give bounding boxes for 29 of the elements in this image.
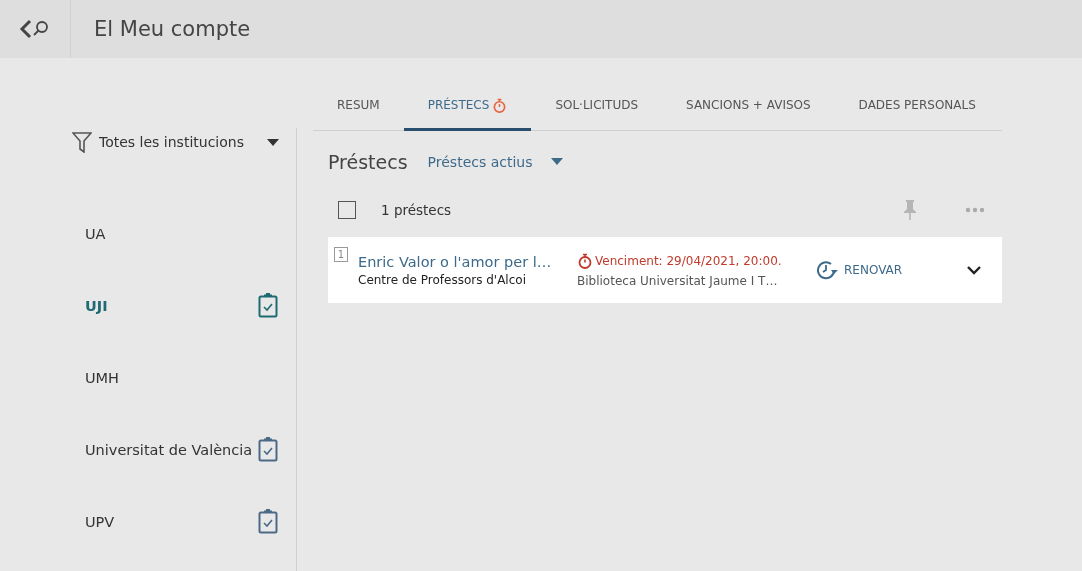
institution-filter[interactable]: Totes les institucions [72, 128, 279, 156]
institution-item[interactable]: UPV [0, 486, 296, 558]
back-search-icon[interactable] [19, 18, 51, 40]
renew-button[interactable]: RENOVAR [817, 260, 903, 280]
section-title: Préstecs [328, 151, 408, 173]
tab[interactable]: SANCIONS + AVISOS [662, 82, 835, 131]
loan-author: Centre de Professors d'Alcoi [358, 272, 527, 287]
select-all-checkbox[interactable] [338, 201, 356, 219]
loan-title-link[interactable]: Enric Valor o l'amor per l… [358, 253, 563, 270]
item-number: 1 [334, 247, 348, 262]
institution-item[interactable]: UA [0, 198, 296, 270]
due-date: Venciment: 29/04/2021, 20:00. [595, 253, 782, 268]
caret-icon [550, 158, 563, 166]
institution-item[interactable]: UJI [0, 270, 296, 342]
filter-icon [72, 131, 92, 153]
timer-icon [577, 252, 593, 269]
tab[interactable]: DADES PERSONALS [834, 82, 1000, 131]
caret-icon [266, 139, 279, 147]
expand-chevron-icon[interactable] [966, 265, 982, 275]
tab[interactable]: SOL·LICITUDS [531, 82, 663, 131]
loan-count: 1 préstecs [381, 202, 453, 218]
tab[interactable]: PRÉSTECS [403, 82, 532, 131]
institution-item[interactable]: Universitat de València [0, 414, 296, 486]
page-title: El Meu compte [94, 17, 251, 41]
institution-item[interactable]: UMH [0, 342, 296, 414]
loan-filter-dropdown[interactable]: Préstecs actius [427, 154, 563, 170]
loan-library: Biblioteca Universitat Jaume I T… [577, 273, 779, 288]
tab[interactable]: RESUM [313, 82, 404, 131]
renew-clock-icon [817, 260, 839, 280]
